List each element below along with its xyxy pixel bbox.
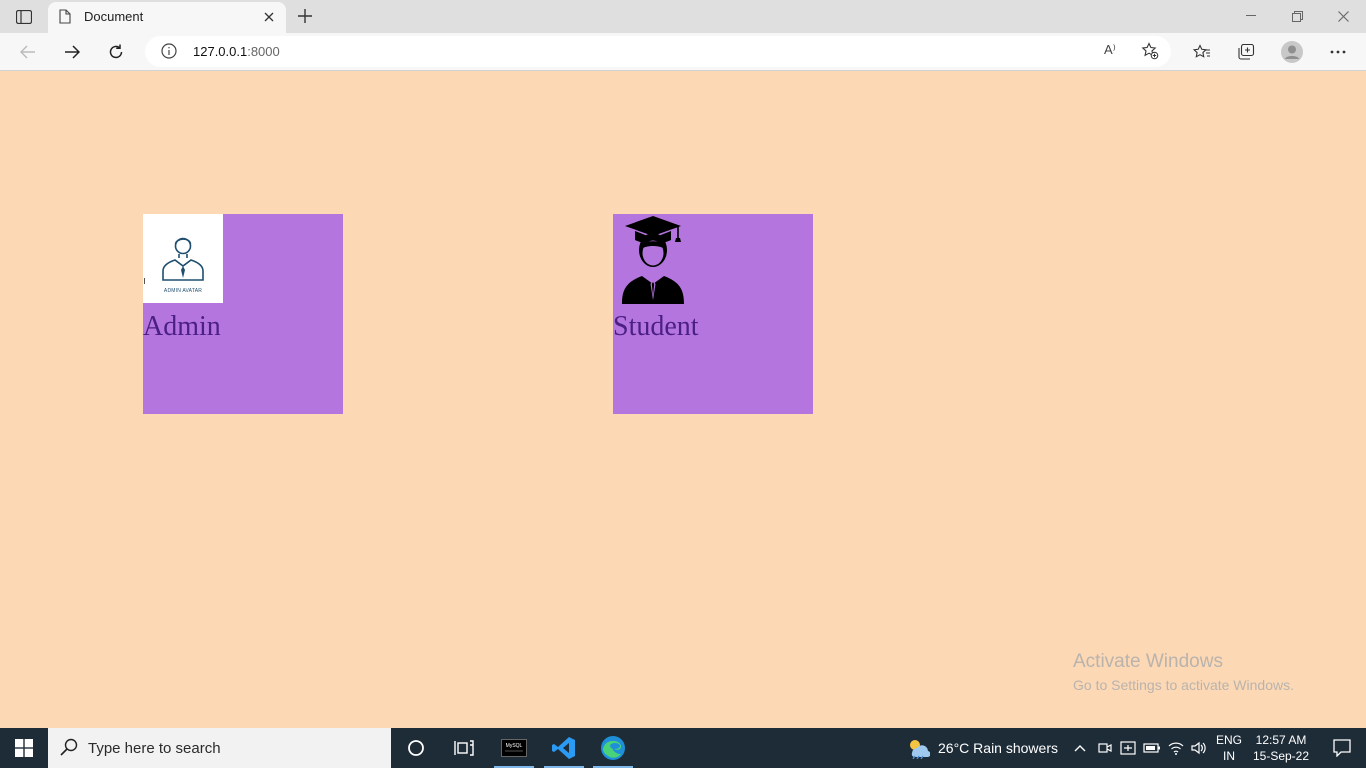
vscode-icon <box>552 737 575 759</box>
wifi-icon <box>1168 742 1184 755</box>
mysql-app-button[interactable]: MySQL <box>490 728 538 768</box>
speaker-icon <box>1191 741 1206 755</box>
chevron-up-icon <box>1074 745 1086 752</box>
battery-icon <box>1143 743 1160 753</box>
student-label[interactable]: Student <box>613 311 699 343</box>
windows-logo-icon <box>15 739 33 757</box>
read-aloud-icon[interactable]: A⁾ <box>1104 42 1116 58</box>
tray-app-icon <box>1120 741 1136 755</box>
favorites-icon[interactable] <box>1188 38 1216 66</box>
document-icon <box>59 9 71 29</box>
student-card[interactable]: Student <box>613 214 813 414</box>
browser-tab[interactable]: Document <box>48 2 286 33</box>
notification-icon <box>1333 739 1351 757</box>
address-bar[interactable]: 127.0.0.1:8000 A⁾ <box>145 36 1171 67</box>
profile-avatar[interactable] <box>1278 38 1306 66</box>
meet-icon <box>1098 743 1112 753</box>
svg-text:MySQL: MySQL <box>506 743 523 749</box>
minimize-button[interactable] <box>1228 0 1274 32</box>
activate-windows-watermark: Activate Windows Go to Settings to activ… <box>1073 651 1294 693</box>
tab-title: Document <box>84 9 144 24</box>
browser-tab-bar: Document <box>0 0 1366 33</box>
search-icon <box>60 738 78 761</box>
add-favorite-icon[interactable] <box>1141 42 1159 65</box>
app-tray-button[interactable] <box>1117 728 1139 768</box>
meet-now-button[interactable] <box>1094 728 1116 768</box>
show-hidden-icons-button[interactable] <box>1068 728 1092 768</box>
graduate-icon <box>622 216 684 304</box>
tab-actions-icon[interactable] <box>10 6 38 28</box>
vscode-button[interactable] <box>540 728 588 768</box>
site-info-icon[interactable] <box>161 43 177 64</box>
admin-avatar-icon <box>144 237 204 300</box>
taskbar-clock[interactable]: 12:57 AM 15-Sep-22 <box>1250 732 1312 764</box>
browser-toolbar: 127.0.0.1:8000 A⁾ <box>0 33 1366 71</box>
clock-date: 15-Sep-22 <box>1252 749 1310 763</box>
task-view-icon <box>454 740 474 756</box>
network-button[interactable] <box>1165 728 1187 768</box>
back-button[interactable] <box>14 38 42 66</box>
collections-icon[interactable] <box>1232 38 1260 66</box>
forward-button[interactable] <box>58 38 86 66</box>
watermark-subtitle: Go to Settings to activate Windows. <box>1073 677 1294 693</box>
more-options-icon[interactable] <box>1324 38 1352 66</box>
weather-text: 26°C Rain showers <box>938 740 1058 756</box>
taskbar: Type here to search MySQL 26°C Rain show… <box>0 728 1366 768</box>
weather-rain-icon <box>910 740 930 759</box>
admin-avatar-image: ADMIN AVATAR <box>143 214 223 303</box>
edge-icon <box>601 736 625 760</box>
cortana-icon <box>408 740 424 756</box>
url-text: 127.0.0.1:8000 <box>193 44 280 59</box>
admin-label[interactable]: Admin <box>143 311 221 343</box>
input-language[interactable]: ENG IN <box>1212 732 1246 764</box>
task-view-button[interactable] <box>440 728 488 768</box>
refresh-button[interactable] <box>102 38 130 66</box>
battery-button[interactable] <box>1141 728 1163 768</box>
taskbar-search-box[interactable]: Type here to search <box>48 728 391 768</box>
new-tab-button[interactable] <box>294 5 316 27</box>
close-window-button[interactable] <box>1320 0 1366 32</box>
search-placeholder: Type here to search <box>88 740 221 757</box>
cortana-button[interactable] <box>392 728 440 768</box>
mysql-app-icon: MySQL <box>501 739 527 757</box>
clock-time: 12:57 AM <box>1255 733 1307 747</box>
weather-widget[interactable]: 26°C Rain showers <box>906 728 1058 768</box>
notifications-button[interactable] <box>1318 728 1366 768</box>
close-tab-icon[interactable] <box>261 9 277 25</box>
restore-button[interactable] <box>1274 0 1320 32</box>
edge-button[interactable] <box>589 728 637 768</box>
watermark-title: Activate Windows <box>1073 651 1223 672</box>
start-button[interactable] <box>0 728 48 768</box>
avatar-caption: ADMIN AVATAR <box>163 288 203 294</box>
admin-card[interactable]: ADMIN AVATAR Admin <box>143 214 343 414</box>
volume-button[interactable] <box>1188 728 1210 768</box>
